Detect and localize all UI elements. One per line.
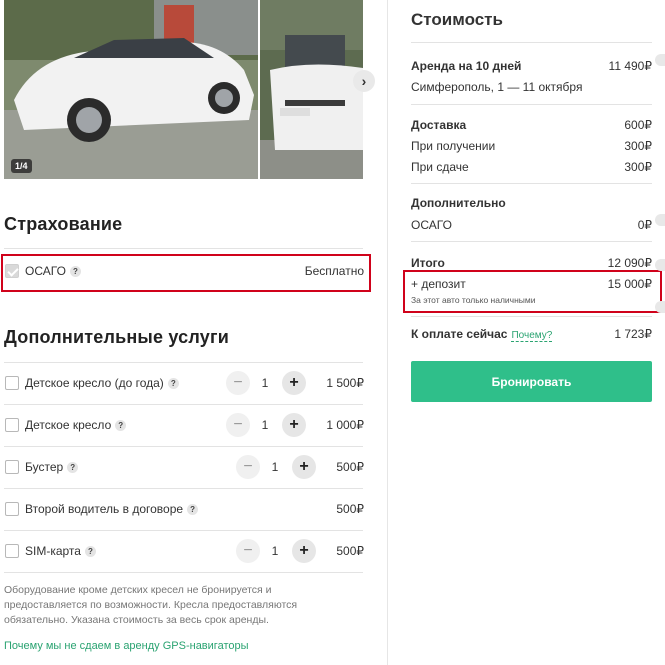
help-icon[interactable] <box>655 301 665 313</box>
car-photo-main[interactable]: 1/4 <box>4 0 258 179</box>
divider <box>4 404 363 405</box>
child-seat-label: Детское кресло? <box>25 418 127 432</box>
divider <box>411 316 652 317</box>
gps-link[interactable]: Почему мы не сдаем в аренду GPS-навигато… <box>4 640 249 652</box>
book-button[interactable]: Бронировать <box>411 361 652 402</box>
child-seat-infant-qty: 1 <box>261 376 269 390</box>
sim-card-price: 500₽ <box>336 544 364 558</box>
help-icon[interactable]: ? <box>187 504 199 515</box>
pickup-value: 300₽ <box>624 139 652 153</box>
divider <box>411 183 652 184</box>
osago-price: Бесплатно <box>304 264 364 278</box>
second-driver-checkbox[interactable] <box>5 502 19 516</box>
help-icon[interactable]: ? <box>69 266 81 277</box>
help-icon[interactable]: ? <box>67 462 79 473</box>
gallery-next-button[interactable]: › <box>353 70 375 92</box>
osago-cost-value: 0₽ <box>637 218 652 232</box>
rent-label: Аренда на 10 дней <box>411 59 522 73</box>
child-seat-qty: 1 <box>261 418 269 432</box>
child-seat-minus-button[interactable]: − <box>226 413 250 437</box>
extra-label: Дополнительно <box>411 196 506 210</box>
column-divider <box>387 0 388 665</box>
second-driver-label: Второй водитель в договоре? <box>25 502 199 516</box>
deposit-value: 15 000₽ <box>607 277 652 291</box>
divider <box>4 362 363 363</box>
deposit-note: За этот авто только наличными <box>411 295 536 305</box>
cost-title: Стоимость <box>411 10 503 29</box>
sim-card-plus-button[interactable]: + <box>292 539 316 563</box>
child-seat-infant-label-text: Детское кресло (до года) <box>25 376 164 390</box>
child-seat-infant-label: Детское кресло (до года)? <box>25 376 179 390</box>
booster-checkbox[interactable] <box>5 460 19 474</box>
photo-gallery[interactable]: 1/4 <box>4 0 363 179</box>
sim-card-checkbox[interactable] <box>5 544 19 558</box>
booster-qty: 1 <box>271 460 279 474</box>
total-value: 12 090₽ <box>607 256 652 270</box>
booster-label-text: Бустер <box>25 460 64 474</box>
osago-cost-label: ОСАГО <box>411 218 452 232</box>
second-driver-label-text: Второй водитель в договоре <box>25 502 184 516</box>
pickup-label: При получении <box>411 139 496 153</box>
divider <box>4 530 363 531</box>
delivery-label: Доставка <box>411 118 467 132</box>
child-seat-infant-checkbox[interactable] <box>5 376 19 390</box>
divider <box>411 241 652 242</box>
chevron-right-icon: › <box>361 73 367 89</box>
sim-card-label: SIM-карта? <box>25 544 96 558</box>
divider <box>4 248 363 249</box>
sim-card-qty: 1 <box>271 544 279 558</box>
return-value: 300₽ <box>624 160 652 174</box>
photo-counter: 1/4 <box>11 159 32 173</box>
why-link[interactable]: Почему? <box>511 330 553 342</box>
sim-card-minus-button[interactable]: − <box>236 539 260 563</box>
divider <box>411 42 652 43</box>
equipment-note: Оборудование кроме детских кресел не бро… <box>4 584 298 626</box>
booster-minus-button[interactable]: − <box>236 455 260 479</box>
child-seat-infant-price: 1 500₽ <box>326 376 364 390</box>
deposit-label: + депозит <box>411 277 466 291</box>
child-seat-infant-minus-button[interactable]: − <box>226 371 250 395</box>
rent-details: Симферополь, 1 — 11 октября <box>411 80 583 94</box>
pay-now-label: К оплате сейчас Почему? <box>411 327 553 342</box>
return-label: При сдаче <box>411 160 469 174</box>
insurance-heading: Страхование <box>4 214 123 234</box>
help-icon[interactable]: ? <box>167 378 179 389</box>
total-label: Итого <box>411 256 445 270</box>
divider <box>4 488 363 489</box>
sim-card-label-text: SIM-карта <box>25 544 81 558</box>
osago-label-text: ОСАГО <box>25 264 66 278</box>
booster-price: 500₽ <box>336 460 364 474</box>
child-seat-plus-button[interactable]: + <box>282 413 306 437</box>
booster-plus-button[interactable]: + <box>292 455 316 479</box>
help-icon[interactable]: ? <box>115 420 127 431</box>
divider <box>4 572 363 573</box>
divider <box>411 104 652 105</box>
delivery-value: 600₽ <box>624 118 652 132</box>
divider <box>4 446 363 447</box>
osago-label: ОСАГО? <box>25 264 81 278</box>
osago-checkbox[interactable] <box>5 264 19 278</box>
pay-now-label-text: К оплате сейчас <box>411 327 508 341</box>
child-seat-infant-plus-button[interactable]: + <box>282 371 306 395</box>
car-photo-second[interactable] <box>260 0 363 179</box>
help-icon[interactable]: ? <box>84 546 96 557</box>
help-icon[interactable] <box>655 259 665 271</box>
booster-label: Бустер? <box>25 460 79 474</box>
rent-value: 11 490₽ <box>608 59 652 73</box>
pay-now-value: 1 723₽ <box>614 327 652 341</box>
second-driver-price: 500₽ <box>336 502 364 516</box>
child-seat-label-text: Детское кресло <box>25 418 112 432</box>
services-heading: Дополнительные услуги <box>4 327 229 347</box>
child-seat-checkbox[interactable] <box>5 418 19 432</box>
child-seat-price: 1 000₽ <box>326 418 364 432</box>
help-icon[interactable] <box>655 54 665 66</box>
help-icon[interactable] <box>655 214 665 226</box>
